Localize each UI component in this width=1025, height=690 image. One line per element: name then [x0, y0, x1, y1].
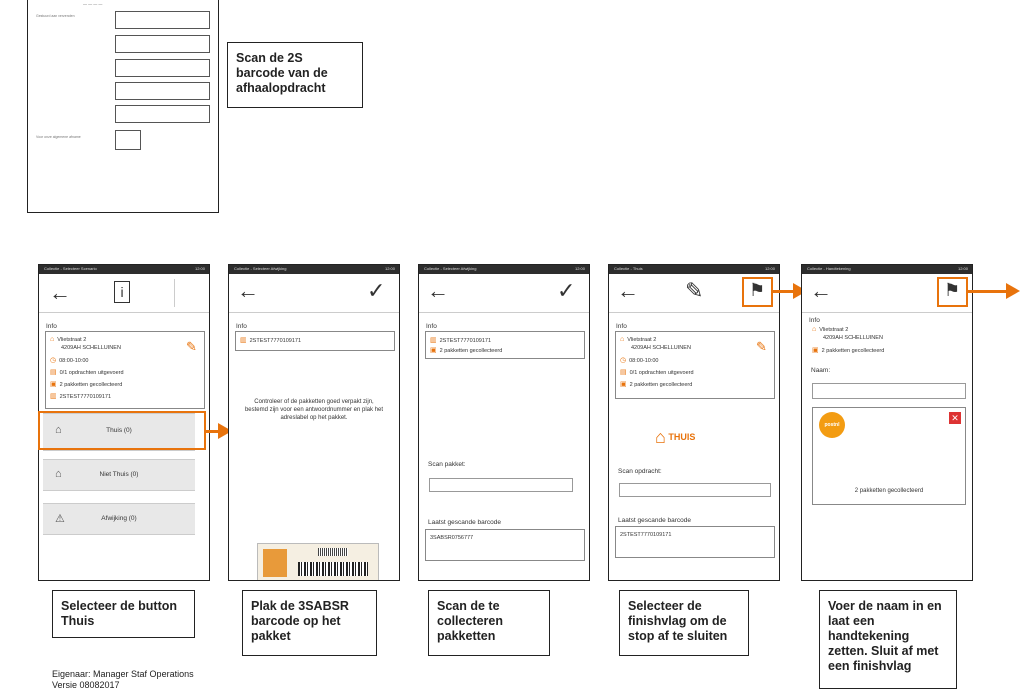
form-field: [115, 82, 210, 100]
check-icon[interactable]: ✓: [367, 280, 385, 302]
form-label: Gestuurd aan verzenden: [36, 14, 75, 18]
toolbar: ← ✓: [229, 274, 399, 313]
highlight-flag: [937, 277, 968, 307]
note-signature: Voer de naam in en laat een handtekening…: [819, 590, 957, 689]
last-scanned-label: Laatst gescande barcode: [618, 517, 691, 524]
name-label: Naam:: [811, 367, 831, 374]
screen-signature: Collectie - Handtekening 12:00 ← ⚑ Info ⌂…: [801, 264, 973, 581]
info-box: ⌂ Vlietstraat 2 4209AH SCHELLUINEN ◷ 08:00…: [615, 331, 775, 399]
back-arrow-icon[interactable]: ←: [810, 280, 832, 302]
last-scanned-box: 2STEST7770109171: [615, 526, 775, 558]
note-scan-2s: Scan de 2S barcode van de afhaalopdracht: [227, 42, 363, 108]
edit-icon[interactable]: ✎: [186, 339, 197, 355]
name-input[interactable]: [812, 383, 966, 399]
signature-pad[interactable]: postnl ✕ 2 pakketten gecollecteerd: [812, 407, 966, 505]
arrow-line: [968, 290, 1008, 293]
screen-select-deviation: Collectie - Selecteer Afwijking 12:00 ← ✓…: [228, 264, 400, 581]
back-arrow-icon[interactable]: ←: [617, 280, 639, 302]
thuis-status: ⌂ THUIS: [655, 427, 696, 447]
arrow-line: [205, 430, 219, 433]
info-box: ▥ 2STEST7770109171 ▣ 2 pakketten gecollect…: [425, 331, 585, 359]
back-arrow-icon[interactable]: ←: [237, 280, 259, 302]
package-icon: ▣: [50, 381, 57, 388]
last-scanned-value: 3SABSR0756777: [430, 535, 474, 541]
status-bar: Collectie - Selecteer Afwijking 12:00: [419, 265, 589, 274]
back-arrow-icon[interactable]: ←: [427, 280, 449, 302]
instruction-message: Controleer of de pakketten goed verpakt …: [244, 399, 384, 421]
list-icon: ▤: [50, 369, 57, 376]
pickup-form-document: — — — — Gestuurd aan verzenden Voor onze…: [27, 0, 219, 213]
scan-order-input[interactable]: [619, 483, 771, 497]
package-icon: ▣: [430, 347, 437, 354]
status-bar: Collectie - Handtekening 12:00: [802, 265, 972, 274]
info-box: ▥ 2STEST7770109171: [235, 331, 395, 351]
screen-scan-packages: Collectie - Selecteer Afwijking 12:00 ← ✓…: [418, 264, 590, 581]
status-bar: Collectie - Thuis 12:00: [609, 265, 779, 274]
note-paste-barcode: Plak de 3SABSR barcode op het pakket: [242, 590, 377, 656]
clock-icon: ◷: [50, 357, 57, 364]
home-icon: ⌂: [655, 427, 666, 447]
toolbar: ← ✓: [419, 274, 589, 313]
status-bar: Collectie - Selecteer Afwijking 12:00: [229, 265, 399, 274]
form-field: [115, 59, 210, 77]
arrow-head: [1006, 283, 1020, 299]
last-scanned-value: 2STEST7770109171: [620, 532, 672, 538]
scan-package-input[interactable]: [429, 478, 573, 492]
last-scanned-box: 3SABSR0756777: [425, 529, 585, 561]
scan-label: Scan pakket:: [428, 461, 466, 468]
barcode-icon: ▥: [240, 337, 247, 344]
afwijking-button[interactable]: ⚠ Afwijking (0): [43, 503, 195, 535]
label-sticker-image: [257, 543, 379, 580]
package-icon: ▣: [620, 381, 627, 388]
list-icon: ▤: [620, 369, 627, 376]
arrow-line: [773, 290, 795, 293]
edit-icon[interactable]: ✎: [756, 339, 767, 355]
note-scan-packages: Scan de te collecteren pakketten: [428, 590, 550, 656]
toolbar: ← i: [39, 274, 209, 313]
barcode-stripes: [298, 562, 368, 576]
niet-thuis-button[interactable]: ⌂ Niet Thuis (0): [43, 459, 195, 491]
info-icon[interactable]: i: [114, 281, 130, 303]
last-scanned-label: Laatst gescande barcode: [428, 519, 501, 526]
info-label: Info: [46, 323, 57, 330]
home-icon: ⌂: [620, 336, 625, 343]
form-field: [115, 105, 210, 123]
signature-caption: 2 pakketten gecollecteerd: [854, 488, 924, 494]
package-icon: ▣: [812, 347, 819, 354]
footer-owner: Eigenaar: Manager Staf Operations: [52, 669, 194, 679]
screen-thuis: Collectie - Thuis 12:00 ← ✎ ⚑ Info ⌂ Vliet…: [608, 264, 780, 581]
note-finish-flag: Selecteer de finishvlag om de stop af te…: [619, 590, 749, 656]
edit-note-icon[interactable]: ✎: [685, 280, 703, 302]
form-checkbox: [115, 130, 141, 150]
form-label: Voor onze algemene afname: [36, 135, 81, 139]
form-field: [115, 11, 210, 29]
postnl-logo: postnl: [819, 412, 845, 438]
clear-signature-icon[interactable]: ✕: [949, 412, 961, 424]
info-box: ⌂ Vlietstraat 2 4209AH SCHELLUINEN ◷ 08:00…: [45, 331, 205, 409]
highlight-thuis: [38, 411, 206, 450]
home-icon: ⌂: [812, 326, 817, 333]
status-bar: Collectie - Selecteer Scenario 12:00: [39, 265, 209, 274]
barcode-icon: ▥: [430, 337, 437, 344]
note-select-thuis: Selecteer de button Thuis: [52, 590, 195, 638]
info-label: Info: [236, 323, 247, 330]
check-icon[interactable]: ✓: [557, 280, 575, 302]
info-label: Info: [809, 317, 820, 324]
home-icon: ⌂: [50, 336, 55, 343]
highlight-flag: [742, 277, 773, 307]
scan-label: Scan opdracht:: [618, 468, 662, 475]
clock-icon: ◷: [620, 357, 627, 364]
info-label: Info: [426, 323, 437, 330]
info-label: Info: [616, 323, 627, 330]
back-arrow-icon[interactable]: ←: [49, 282, 71, 304]
toolbar-divider: [174, 279, 175, 307]
form-field: [115, 35, 210, 53]
barcode-icon: ▥: [50, 393, 57, 400]
